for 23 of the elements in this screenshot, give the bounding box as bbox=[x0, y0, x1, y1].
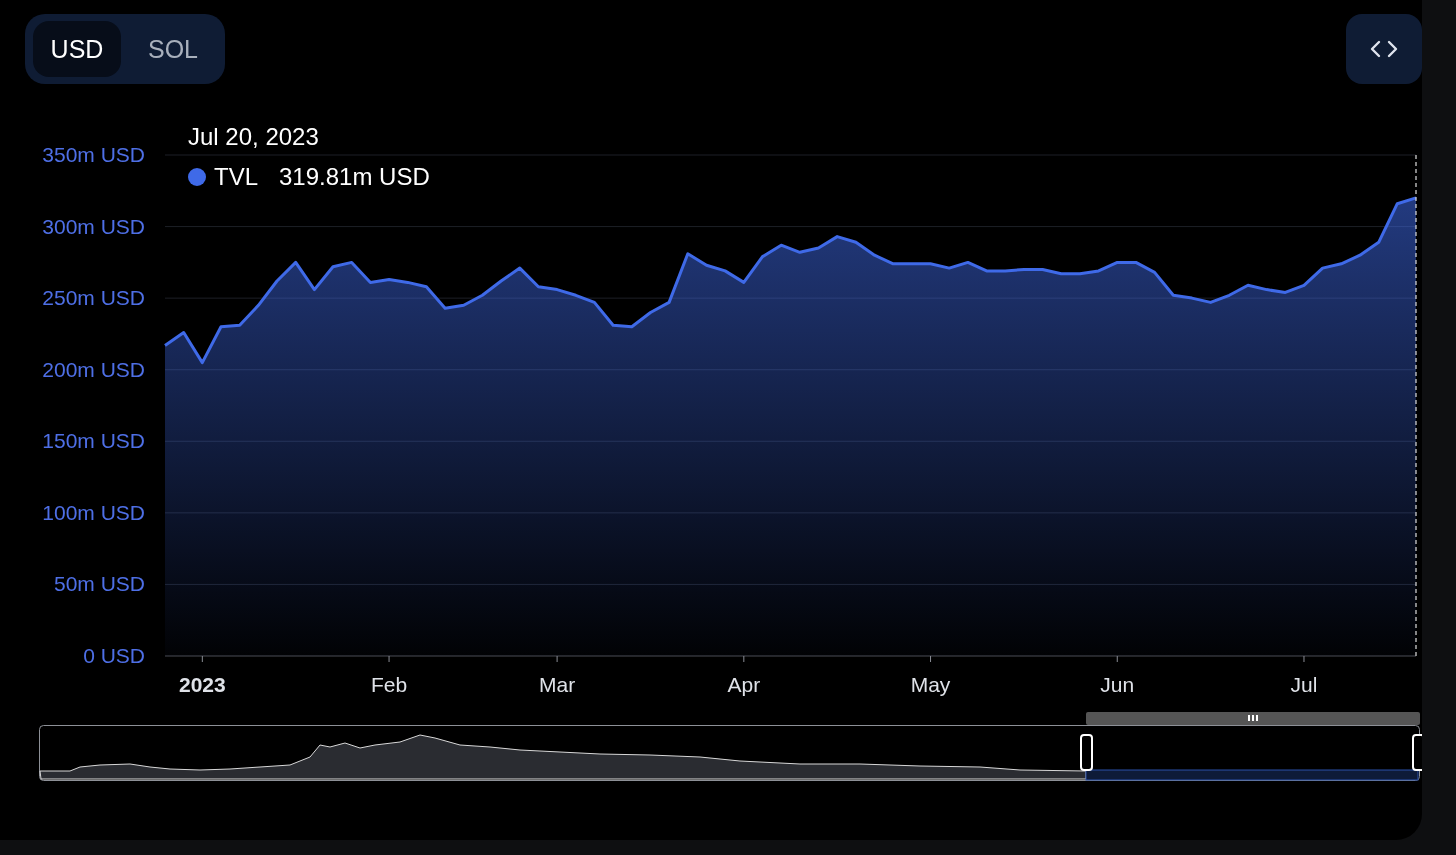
x-axis-label: 2023 bbox=[179, 673, 226, 696]
y-axis-label: 50m USD bbox=[53, 572, 145, 596]
x-axis-label: Feb bbox=[370, 673, 408, 696]
x-axis-label: Mar bbox=[539, 673, 576, 696]
y-axis-label: 150m USD bbox=[42, 429, 145, 453]
code-icon bbox=[1369, 39, 1399, 59]
tooltip-series: TVL bbox=[214, 163, 258, 190]
x-axis-label: Jul bbox=[1290, 673, 1318, 696]
y-axis-label: 350m USD bbox=[42, 143, 145, 166]
range-end-handle[interactable] bbox=[1412, 734, 1422, 771]
y-axis-label: 300m USD bbox=[42, 214, 145, 238]
x-axis-label: Jun bbox=[1100, 673, 1135, 696]
x-axis-label: Apr bbox=[727, 673, 761, 696]
range-start-handle[interactable] bbox=[1080, 734, 1093, 771]
currency-tab[interactable]: USD bbox=[33, 21, 121, 77]
currency-tab[interactable]: SOL bbox=[129, 21, 217, 77]
tooltip-date: Jul 20, 2023 bbox=[188, 123, 319, 150]
y-axis-label: 100m USD bbox=[42, 500, 145, 524]
y-axis-label: 200m USD bbox=[42, 357, 145, 381]
x-axis-label: May bbox=[910, 673, 951, 696]
y-axis-label: 0 USD bbox=[83, 644, 145, 667]
tooltip-value: 319.81m USD bbox=[279, 163, 430, 190]
y-axis-label: 250m USD bbox=[42, 286, 145, 310]
